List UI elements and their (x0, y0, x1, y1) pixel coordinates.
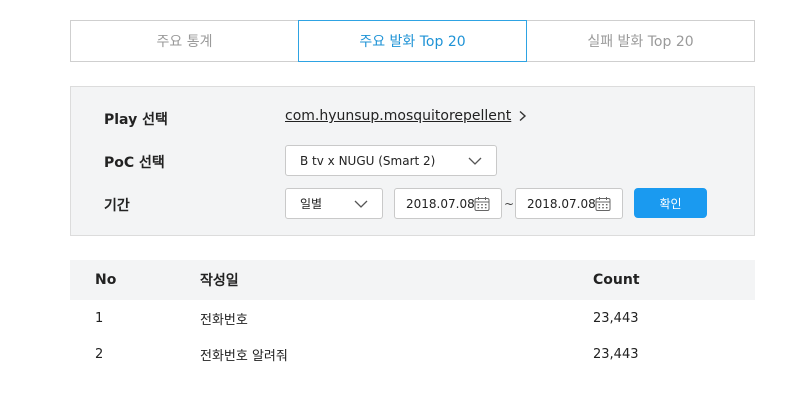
header-count: Count (593, 272, 640, 288)
start-date-field[interactable]: 2018.07.08 (394, 188, 502, 219)
play-label: Play 선택 (104, 112, 168, 128)
tab-main-stats[interactable]: 주요 통계 (70, 20, 299, 62)
poc-label: PoC 선택 (104, 155, 165, 171)
tab-failed-utterances[interactable]: 실패 발화 Top 20 (526, 20, 755, 62)
table-header: No 작성일 Count (70, 260, 755, 300)
period-unit-select[interactable]: 일별 (285, 188, 383, 219)
table-row: 1 전화번호 23,443 (70, 300, 755, 336)
results-table: No 작성일 Count 1 전화번호 23,443 2 전화번호 알려줘 23… (70, 260, 755, 372)
row-count: 23,443 (593, 310, 639, 326)
period-unit-value: 일별 (300, 197, 323, 211)
date-range-separator: ~ (504, 197, 515, 211)
row-no: 1 (95, 310, 104, 326)
tab-top-utterances[interactable]: 주요 발화 Top 20 (298, 20, 527, 62)
play-value[interactable]: com.hyunsup.mosquitorepellent (285, 108, 511, 124)
calendar-icon[interactable] (474, 196, 490, 212)
play-select-link[interactable]: com.hyunsup.mosquitorepellent (285, 108, 529, 124)
chevron-right-icon (519, 110, 527, 122)
row-utterance: 전화번호 알려줘 (200, 348, 288, 364)
period-label: 기간 (104, 198, 130, 214)
start-date-value: 2018.07.08 (406, 196, 475, 211)
chevron-down-icon (468, 157, 482, 165)
poc-select-value: B tv x NUGU (Smart 2) (300, 153, 436, 168)
table-row: 2 전화번호 알려줘 23,443 (70, 336, 755, 372)
chevron-down-icon (354, 200, 368, 208)
row-count: 23,443 (593, 346, 639, 362)
header-date: 작성일 (200, 273, 239, 289)
confirm-button[interactable]: 확인 (634, 188, 707, 218)
poc-select[interactable]: B tv x NUGU (Smart 2) (285, 145, 497, 176)
row-no: 2 (95, 346, 104, 362)
tab-bar: 주요 통계 주요 발화 Top 20 실패 발화 Top 20 (70, 20, 755, 62)
calendar-icon[interactable] (595, 196, 611, 212)
row-utterance: 전화번호 (200, 312, 248, 328)
end-date-value: 2018.07.08 (527, 196, 596, 211)
end-date-field[interactable]: 2018.07.08 (515, 188, 623, 219)
filter-panel: Play 선택 com.hyunsup.mosquitorepellent Po… (70, 86, 755, 236)
header-no: No (95, 272, 117, 288)
